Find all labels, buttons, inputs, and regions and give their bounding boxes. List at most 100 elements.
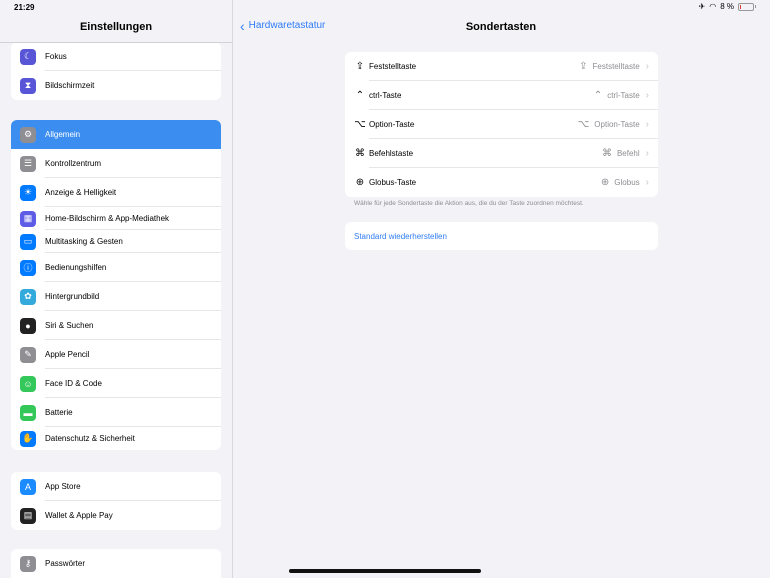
chevron-right-icon: › (645, 90, 649, 101)
sidebar-item-label: Passwörter (45, 559, 86, 568)
gear-icon: ⚙ (20, 126, 36, 143)
status-indicators: ✈ ◠ 8 % (699, 2, 756, 11)
sidebar-item-anzeige[interactable]: ☀ Anzeige & Helligkeit (11, 178, 221, 207)
key-value: Globus (614, 178, 640, 187)
switches-icon: ☰ (20, 155, 36, 172)
sidebar-item-label: Fokus (45, 52, 67, 61)
chevron-right-icon: › (645, 148, 649, 159)
sidebar-item-label: Allgemein (45, 130, 81, 139)
faceid-icon: ☺ (20, 375, 36, 392)
multitasking-icon: ▭ (20, 233, 36, 250)
sidebar-item-label: Bildschirmzeit (45, 81, 95, 90)
sidebar-item-passwoerter[interactable]: ⚷ Passwörter (11, 549, 221, 578)
pencil-icon: ✎ (20, 346, 36, 363)
appstore-icon: A (20, 478, 36, 495)
sidebar-item-siri[interactable]: ● Siri & Suchen (11, 311, 221, 340)
grid-icon: ▦ (20, 210, 36, 227)
sidebar-item-home-bildschirm[interactable]: ▦ Home-Bildschirm & App-Mediathek (11, 207, 221, 230)
page-title: Sondertasten (465, 21, 537, 33)
sidebar-item-label: App Store (45, 482, 81, 491)
key-label: Globus-Taste (369, 178, 417, 187)
accessibility-icon: ⓘ (20, 259, 36, 276)
sidebar-group-passwords: ⚷ Passwörter (11, 549, 221, 578)
key-value: Option-Taste (594, 120, 640, 129)
command-icon: ⌘ (355, 148, 365, 159)
siri-icon: ● (20, 317, 36, 334)
sidebar-group-general: ⚙ Allgemein ☰ Kontrollzentrum ☀ Anzeige … (11, 120, 221, 450)
key-value: ctrl-Taste (607, 91, 640, 100)
sidebar-item-bildschirmzeit[interactable]: ⧗ Bildschirmzeit (11, 71, 221, 100)
battery-icon: ▬ (20, 404, 36, 421)
key-row-feststelltaste[interactable]: ⇪ Feststelltaste ⇪ Feststelltaste › (345, 52, 658, 81)
airplane-icon: ✈ (698, 2, 706, 11)
globe-icon: ⊕ (600, 177, 610, 188)
sidebar-item-hintergrundbild[interactable]: ✿ Hintergrundbild (11, 282, 221, 311)
battery-percent: 8 % (720, 2, 734, 11)
key-label: ctrl-Taste (369, 91, 402, 100)
sidebar-item-label: Multitasking & Gesten (45, 237, 123, 246)
globe-icon: ⊕ (355, 177, 365, 188)
footnote: Wähle für jede Sondertaste die Aktion au… (354, 200, 584, 207)
restore-defaults-button[interactable]: Standard wiederherstellen (345, 222, 658, 250)
command-icon: ⌘ (601, 148, 612, 159)
option-icon: ⌥ (577, 119, 590, 130)
sidebar-header: Einstellungen (0, 14, 232, 43)
sidebar-item-label: Home-Bildschirm & App-Mediathek (45, 214, 170, 223)
wifi-icon: ◠ (709, 2, 717, 11)
sidebar-item-kontrollzentrum[interactable]: ☰ Kontrollzentrum (11, 149, 221, 178)
sidebar-item-label: Kontrollzentrum (45, 159, 102, 168)
key-row-option[interactable]: ⌥ Option-Taste ⌥ Option-Taste › (345, 110, 658, 139)
sidebar-item-datenschutz[interactable]: ✋ Datenschutz & Sicherheit (11, 427, 221, 450)
sidebar-item-multitasking[interactable]: ▭ Multitasking & Gesten (11, 230, 221, 253)
key-label: Option-Taste (369, 120, 415, 129)
key-row-ctrl[interactable]: ⌃ ctrl-Taste ⌃ ctrl-Taste › (345, 81, 658, 110)
key-row-globus[interactable]: ⊕ Globus-Taste ⊕ Globus › (345, 168, 658, 197)
key-value: Befehl (616, 149, 640, 158)
key-icon: ⚷ (20, 555, 36, 572)
sidebar-item-label: Bedienungshilfen (45, 263, 107, 272)
chevron-right-icon: › (645, 119, 649, 130)
option-icon: ⌥ (354, 119, 366, 130)
key-value: Feststelltaste (592, 62, 640, 71)
status-time: 21:29 (14, 3, 35, 12)
chevron-right-icon: › (645, 177, 649, 188)
sidebar-item-label: Apple Pencil (45, 350, 90, 359)
flower-icon: ✿ (20, 288, 36, 305)
sidebar-item-bedienungshilfen[interactable]: ⓘ Bedienungshilfen (11, 253, 221, 282)
control-icon: ⌃ (355, 90, 365, 101)
sidebar-item-wallet[interactable]: ▤ Wallet & Apple Pay (11, 501, 221, 530)
chevron-right-icon: › (645, 61, 649, 72)
sidebar-item-batterie[interactable]: ▬ Batterie (11, 398, 221, 427)
key-label: Feststelltaste (369, 62, 417, 71)
sidebar-item-apple-pencil[interactable]: ✎ Apple Pencil (11, 340, 221, 369)
sidebar-item-label: Batterie (45, 408, 73, 417)
sun-icon: ☀ (20, 184, 36, 201)
key-label: Befehlstaste (369, 149, 414, 158)
sidebar-item-allgemein[interactable]: ⚙ Allgemein (11, 120, 221, 149)
sidebar-item-app-store[interactable]: A App Store (11, 472, 221, 501)
battery-icon (738, 2, 754, 11)
wallet-icon: ▤ (20, 507, 36, 524)
sidebar: Einstellungen ☾ Fokus ⧗ Bildschirmzeit ⚙… (0, 0, 233, 578)
capslock-icon: ⇪ (579, 61, 588, 72)
sidebar-item-label: Siri & Suchen (45, 321, 94, 330)
control-icon: ⌃ (593, 90, 603, 101)
sidebar-item-label: Face ID & Code (45, 379, 102, 388)
status-bar: 21:29 ✈ ◠ 8 % (0, 0, 770, 14)
home-indicator[interactable] (289, 569, 481, 573)
sidebar-group-focus: ☾ Fokus ⧗ Bildschirmzeit (11, 42, 221, 100)
capslock-icon: ⇪ (355, 61, 365, 72)
modifier-keys-list: ⇪ Feststelltaste ⇪ Feststelltaste › ⌃ ctr… (345, 52, 658, 197)
hand-icon: ✋ (20, 430, 36, 447)
sidebar-item-face-id[interactable]: ☺ Face ID & Code (11, 369, 221, 398)
restore-defaults-label: Standard wiederherstellen (354, 231, 447, 241)
sidebar-item-label: Hintergrundbild (45, 292, 100, 301)
sidebar-title: Einstellungen (79, 21, 153, 33)
sidebar-item-label: Anzeige & Helligkeit (45, 188, 117, 197)
moon-icon: ☾ (20, 48, 36, 65)
sidebar-item-label: Wallet & Apple Pay (45, 511, 113, 520)
sidebar-group-store: A App Store ▤ Wallet & Apple Pay (11, 472, 221, 530)
sidebar-item-label: Datenschutz & Sicherheit (45, 434, 135, 443)
sidebar-item-fokus[interactable]: ☾ Fokus (11, 42, 221, 71)
key-row-befehl[interactable]: ⌘ Befehlstaste ⌘ Befehl › (345, 139, 658, 168)
